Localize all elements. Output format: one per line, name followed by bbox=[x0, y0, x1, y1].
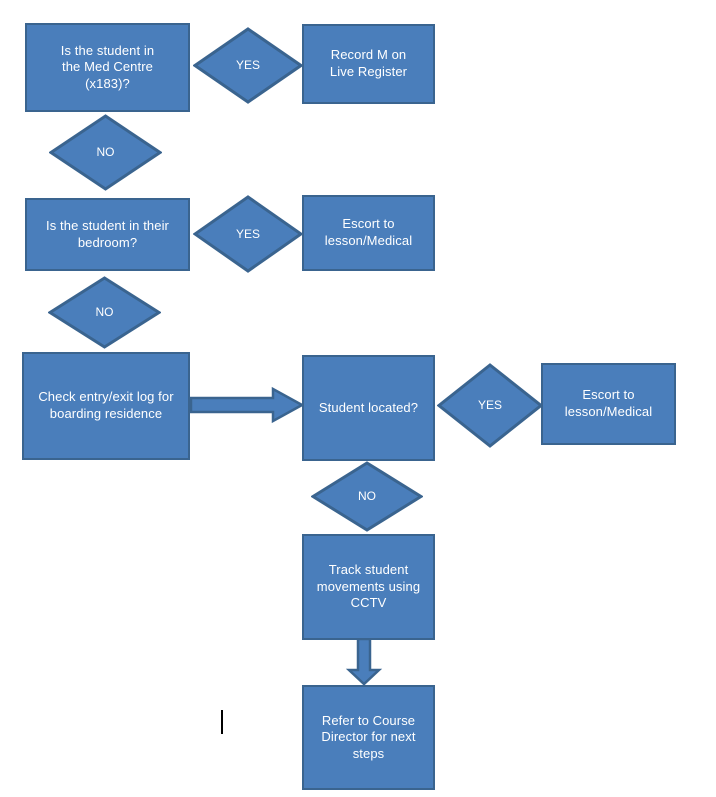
decision-yes-2-label: YES bbox=[235, 226, 260, 241]
decision-no-3[interactable]: NO bbox=[311, 461, 423, 532]
node-refer[interactable]: Refer to Course Director for next steps bbox=[302, 685, 435, 790]
decision-no-3-label: NO bbox=[358, 489, 376, 504]
node-cctv-label: Track student movements using CCTV bbox=[316, 562, 421, 611]
node-record-m-label: Record M on Live Register bbox=[329, 47, 408, 79]
node-escort-1[interactable]: Escort to lesson/Medical bbox=[302, 195, 435, 271]
node-bedroom[interactable]: Is the student in their bedroom? bbox=[25, 198, 190, 271]
node-check-log[interactable]: Check entry/exit log for boarding reside… bbox=[22, 352, 190, 460]
node-med-centre-label: Is the student in the Med Centre (x183)? bbox=[60, 42, 155, 91]
node-student-located[interactable]: Student located? bbox=[302, 355, 435, 461]
down-arrow-icon bbox=[345, 638, 383, 686]
node-record-m[interactable]: Record M on Live Register bbox=[302, 24, 435, 104]
decision-no-2-label: NO bbox=[95, 305, 114, 320]
node-refer-label: Refer to Course Director for next steps bbox=[321, 712, 416, 761]
node-cctv[interactable]: Track student movements using CCTV bbox=[302, 534, 435, 640]
decision-no-1[interactable]: NO bbox=[49, 114, 162, 191]
decision-yes-3-label: YES bbox=[477, 398, 502, 413]
decision-no-2[interactable]: NO bbox=[48, 276, 161, 349]
node-student-located-label: Student located? bbox=[318, 399, 419, 415]
node-escort-2-label: Escort to lesson/Medical bbox=[564, 387, 653, 419]
arrow-check-log-to-student-located bbox=[190, 386, 304, 424]
node-escort-2[interactable]: Escort to lesson/Medical bbox=[541, 363, 676, 445]
node-bedroom-label: Is the student in their bedroom? bbox=[46, 217, 169, 250]
decision-yes-1[interactable]: YES bbox=[193, 27, 303, 104]
text-caret bbox=[221, 710, 223, 734]
decision-yes-2[interactable]: YES bbox=[193, 195, 303, 273]
node-check-log-label: Check entry/exit log for boarding reside… bbox=[38, 389, 174, 421]
flowchart-canvas: Is the student in the Med Centre (x183)?… bbox=[0, 0, 716, 797]
decision-no-1-label: NO bbox=[96, 145, 115, 160]
decision-yes-3[interactable]: YES bbox=[437, 363, 543, 448]
right-arrow-icon bbox=[190, 386, 304, 424]
decision-yes-1-label: YES bbox=[235, 58, 260, 73]
node-escort-1-label: Escort to lesson/Medical bbox=[324, 216, 413, 248]
node-med-centre[interactable]: Is the student in the Med Centre (x183)? bbox=[25, 23, 190, 112]
arrow-cctv-to-refer bbox=[344, 638, 384, 686]
